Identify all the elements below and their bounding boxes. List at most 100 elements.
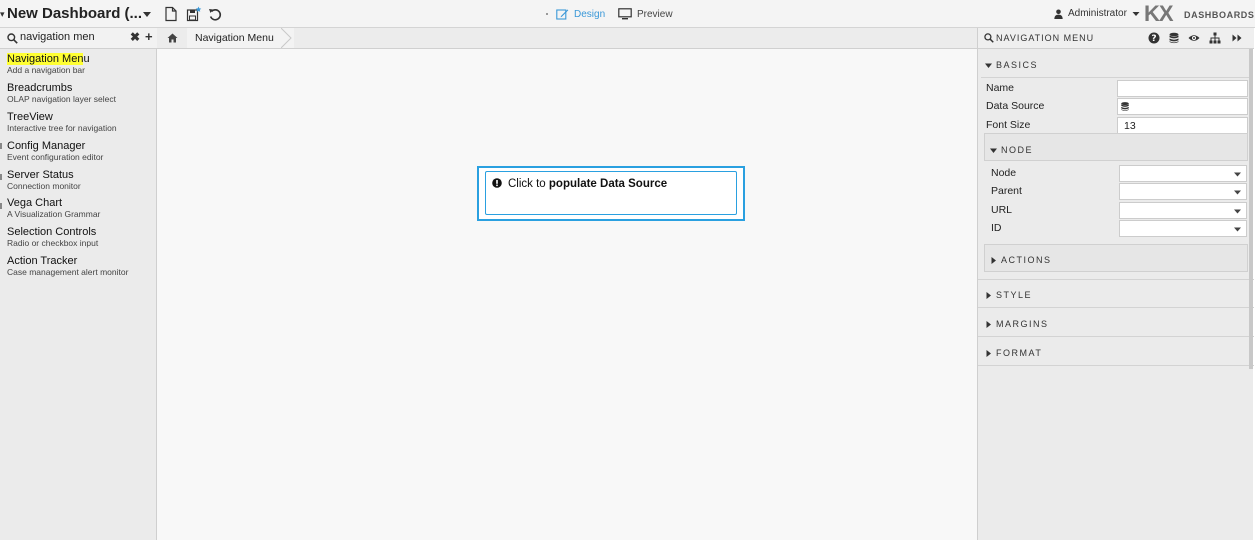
home-button[interactable] xyxy=(160,30,184,46)
node-label: Node xyxy=(991,167,1017,179)
alert-prefix: Click to xyxy=(508,178,549,190)
search-icon xyxy=(7,33,18,44)
breadcrumb-item[interactable]: Navigation Menu xyxy=(187,28,294,48)
new-document-icon[interactable] xyxy=(163,6,179,22)
url-select[interactable] xyxy=(1119,202,1247,219)
component-title: Breadcrumbs xyxy=(7,82,73,94)
component-title: Navigation Menu xyxy=(7,53,157,65)
expand-panel-icon[interactable] xyxy=(1231,32,1243,44)
component-item-config-manager[interactable]: Config Manager Event configuration edito… xyxy=(7,140,157,162)
chevron-down-icon xyxy=(1234,209,1241,214)
user-name: Administrator xyxy=(1068,8,1127,19)
component-description: Connection monitor xyxy=(7,181,81,191)
section-style-header[interactable]: STYLE xyxy=(985,290,1032,300)
component-item-breadcrumbs[interactable]: Breadcrumbs OLAP navigation layer select xyxy=(7,82,157,104)
component-item-treeview[interactable]: TreeView Interactive tree for navigation xyxy=(7,111,157,133)
id-label: ID xyxy=(991,222,1002,234)
properties-scrollbar[interactable] xyxy=(1249,49,1253,369)
add-component-icon[interactable]: + xyxy=(145,29,153,44)
populate-data-source-alert[interactable]: Click to populate Data Source xyxy=(485,171,737,215)
component-description: Radio or checkbox input xyxy=(7,238,99,248)
component-item-navigation-menu[interactable]: Navigation Menu Add a navigation bar xyxy=(7,53,157,75)
font-size-input[interactable]: 13 xyxy=(1117,117,1248,134)
sitemap-icon[interactable] xyxy=(1209,32,1221,44)
section-format-label: FORMAT xyxy=(996,348,1043,358)
user-menu[interactable]: Administrator xyxy=(1054,8,1140,19)
user-icon xyxy=(1054,9,1063,19)
component-description: Interactive tree for navigation xyxy=(7,123,117,133)
exclamation-circle-icon xyxy=(492,178,502,188)
navigation-menu-widget[interactable]: Click to populate Data Source xyxy=(477,166,745,221)
search-highlight: Navigation Men xyxy=(7,53,84,65)
divider xyxy=(978,336,1254,337)
component-title: Server Status xyxy=(7,169,74,181)
component-description: Case management alert monitor xyxy=(7,267,129,277)
url-label: URL xyxy=(991,204,1013,216)
name-input[interactable] xyxy=(1117,80,1248,97)
alert-link[interactable]: populate Data Source xyxy=(549,178,667,190)
search-icon[interactable] xyxy=(984,33,994,43)
design-label: Design xyxy=(574,8,606,20)
section-node-label: NODE xyxy=(1001,145,1034,155)
chevron-down-icon xyxy=(1234,172,1241,177)
caret-down-icon xyxy=(990,148,997,153)
component-title: TreeView xyxy=(7,111,53,123)
dashboards-logo-text: DASHBOARDS xyxy=(1184,10,1255,20)
section-basics-header[interactable]: BASICS xyxy=(985,60,1038,70)
section-margins-header[interactable]: MARGINS xyxy=(985,319,1049,329)
component-description: OLAP navigation layer select xyxy=(7,94,116,104)
section-format-header[interactable]: FORMAT xyxy=(985,348,1042,358)
node-select[interactable] xyxy=(1119,165,1247,182)
preview-mode-button[interactable]: Preview xyxy=(618,8,673,20)
component-title: Config Manager xyxy=(7,140,86,152)
database-icon xyxy=(1121,102,1129,111)
edit-icon xyxy=(556,9,569,20)
component-item-action-tracker[interactable]: Action Tracker Case management alert mon… xyxy=(7,255,157,277)
save-dashboard-icon[interactable] xyxy=(186,6,202,22)
parent-label: Parent xyxy=(991,185,1022,197)
drag-marker xyxy=(0,143,2,149)
component-title-rest: u xyxy=(83,53,90,65)
name-label: Name xyxy=(986,82,1015,94)
component-title: Selection Controls xyxy=(7,226,97,238)
top-bar: ▾ New Dashboard (... Design Preview Admi… xyxy=(0,0,1255,28)
component-item-selection-controls[interactable]: Selection Controls Radio or checkbox inp… xyxy=(7,226,157,248)
component-item-server-status[interactable]: Server Status Connection monitor xyxy=(7,169,157,191)
drag-marker xyxy=(0,203,2,209)
component-item-vega-chart[interactable]: Vega Chart A Visualization Grammar xyxy=(7,197,157,219)
search-input[interactable]: navigation men xyxy=(20,31,95,43)
parent-select[interactable] xyxy=(1119,183,1247,200)
dashboard-title[interactable]: New Dashboard (... xyxy=(7,5,142,22)
undo-icon[interactable] xyxy=(207,6,223,22)
design-mode-button[interactable]: Design xyxy=(546,8,606,20)
section-basics-label: BASICS xyxy=(996,60,1039,70)
chevron-down-icon xyxy=(1132,11,1140,16)
component-search: navigation men ✖ + xyxy=(0,28,157,49)
breadcrumb-bar: Navigation Menu xyxy=(157,28,977,49)
help-icon[interactable]: ? xyxy=(1148,32,1160,44)
divider xyxy=(978,307,1254,308)
id-select[interactable] xyxy=(1119,220,1247,237)
data-source-input[interactable] xyxy=(1117,98,1248,115)
drag-marker xyxy=(0,174,2,180)
kx-logo: KX xyxy=(1144,1,1174,26)
component-description: Add a navigation bar xyxy=(7,65,85,75)
chevron-down-icon xyxy=(1234,227,1241,232)
database-icon[interactable] xyxy=(1168,32,1180,44)
component-description: A Visualization Grammar xyxy=(7,209,101,219)
font-size-label: Font Size xyxy=(986,119,1031,131)
divider xyxy=(981,77,1251,78)
section-actions-header[interactable]: ACTIONS xyxy=(990,255,1052,265)
design-canvas[interactable]: Navigation Menu Click to populate Data S… xyxy=(157,28,977,540)
svg-text:?: ? xyxy=(1151,34,1156,44)
preview-label: Preview xyxy=(637,8,673,20)
clear-search-icon[interactable]: ✖ xyxy=(130,30,140,44)
chevron-down-icon xyxy=(1234,190,1241,195)
title-dropdown-icon[interactable] xyxy=(142,8,152,20)
properties-panel: NAVIGATION MENU ? BASICS Name Data Sourc… xyxy=(977,28,1254,540)
collapse-left-icon[interactable]: ▾ xyxy=(0,9,5,20)
component-description: Event configuration editor xyxy=(7,152,104,162)
component-title: Vega Chart xyxy=(7,197,63,209)
section-node-header[interactable]: NODE xyxy=(990,145,1033,155)
eye-icon[interactable] xyxy=(1188,32,1200,44)
